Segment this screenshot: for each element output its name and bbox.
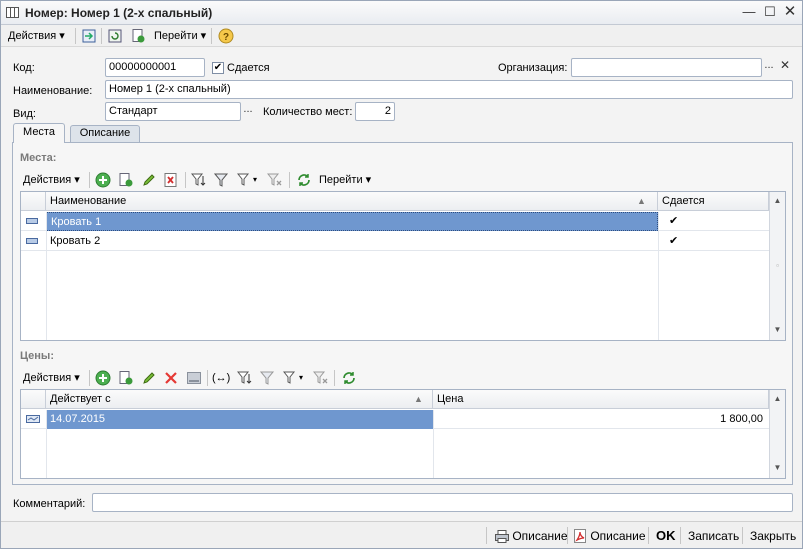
comment-field[interactable] [92,493,793,512]
place-rented-cell[interactable]: ✔ [665,212,765,231]
type-select-button[interactable]: ... [240,103,256,120]
rented-checkbox[interactable]: ✔ [212,62,224,74]
printer-icon [495,530,509,543]
copy-row-icon[interactable] [118,172,134,188]
filter-icon[interactable] [237,370,253,386]
price-date-cell[interactable]: 14.07.2015 [46,410,433,429]
filter-history-icon[interactable] [283,370,299,386]
scroll-down-icon[interactable]: ▼ [770,460,785,476]
scroll-up-icon[interactable]: ▲ [770,193,785,209]
prices-scrollbar[interactable]: ▲ ▼ [769,390,785,478]
delete-icon[interactable] [163,370,179,386]
column-header-rented[interactable]: Сдается [658,192,769,211]
print-description-button[interactable]: Описание [495,528,568,544]
footer-bar: Описание Описание OK Записать Закрыть [1,521,802,548]
filter-history-dropdown-icon[interactable]: ▾ [253,172,257,188]
row-item-icon [26,218,38,224]
copy-form-icon[interactable] [130,28,146,44]
place-name-cell[interactable]: Кровать 2 [46,232,658,251]
delete-icon[interactable] [163,172,179,188]
prices-actions-menu[interactable]: Действия ▾ [23,370,80,386]
places-count-field[interactable]: 2 [355,102,395,121]
organization-clear-icon[interactable]: ✕ [777,59,793,76]
name-field[interactable]: Номер 1 (2-х спальный) [105,80,793,99]
name-label: Наименование: [13,85,93,97]
close-icon[interactable]: ✕ [782,4,798,20]
place-name-cell[interactable]: Кровать 1 [46,212,658,231]
scroll-down-icon[interactable]: ▼ [770,322,785,338]
table-row[interactable]: Кровать 2 ✔ [21,232,769,251]
scroll-up-icon[interactable]: ▲ [770,391,785,407]
tab-places[interactable]: Места [13,123,65,143]
sort-icon: ▲ [414,394,423,404]
places-table[interactable]: Наименование ▲ Сдается Кровать 1 ✔ Крова… [20,191,786,341]
places-section-label: Места: [20,152,57,164]
add-icon[interactable] [95,370,111,386]
comment-label: Комментарий: [13,498,86,510]
places-actions-menu[interactable]: Действия ▾ [23,172,80,188]
filter-history-dropdown-icon[interactable]: ▾ [299,370,303,386]
column-header-effective-date[interactable]: Действует с [46,390,433,409]
refresh-icon[interactable] [296,172,312,188]
places-count-label: Количество мест: [263,106,353,118]
price-value-cell[interactable]: 1 800,00 [433,410,767,429]
row-item-icon [26,238,38,244]
save-and-close-icon[interactable] [81,28,97,44]
organization-label: Организация: [498,62,568,74]
refresh-form-icon[interactable] [107,28,123,44]
window-title: Номер: Номер 1 (2-х спальный) [25,6,213,20]
column-header-name[interactable]: Наименование [46,192,658,211]
goto-menu[interactable]: Перейти ▾ [154,28,206,44]
main-toolbar: Действия ▾ Перейти ▾ ? [1,25,802,47]
organization-field[interactable] [571,58,762,77]
add-icon[interactable] [95,172,111,188]
filter-icon[interactable] [191,172,207,188]
scroll-thumb-icon[interactable]: ▫ [770,258,785,274]
end-edit-icon[interactable] [186,370,202,386]
places-goto-menu[interactable]: Перейти ▾ [319,172,371,188]
tab-panel-places: Места: Действия ▾ ▾ Перейти ▾ Наименован… [12,142,793,485]
places-scrollbar[interactable]: ▲ ▫ ▼ [769,192,785,340]
prices-table[interactable]: Действует с ▲ Цена 14.07.2015 1 800,00 ▲… [20,389,786,479]
prices-section-label: Цены: [20,350,54,362]
ok-button[interactable]: OK [656,528,676,544]
organization-select-button[interactable]: ... [761,59,777,76]
edit-icon[interactable] [141,172,157,188]
column-header-price[interactable]: Цена [433,390,769,409]
title-bar: Номер: Номер 1 (2-х спальный) ― ☐ ✕ [1,1,802,25]
table-row[interactable]: 14.07.2015 1 800,00 [21,410,769,429]
code-label: Код: [13,62,35,74]
tab-description[interactable]: Описание [70,125,140,142]
clear-filter-icon[interactable] [267,172,283,188]
place-rented-cell[interactable]: ✔ [665,232,765,251]
close-button[interactable]: Закрыть [750,528,796,544]
window: Номер: Номер 1 (2-х спальный) ― ☐ ✕ Дейс… [0,0,803,549]
prices-table-header: Действует с ▲ Цена [21,390,769,409]
actions-menu[interactable]: Действия ▾ [8,28,65,44]
pdf-description-button[interactable]: Описание [574,528,646,544]
table-row[interactable]: Кровать 1 ✔ [21,212,769,231]
pdf-icon [574,529,586,543]
places-table-header: Наименование ▲ Сдается [21,192,769,211]
filter-history-icon[interactable] [237,172,253,188]
help-icon[interactable]: ? [218,28,234,44]
type-label: Вид: [13,108,36,120]
code-field[interactable]: 00000000001 [105,58,205,77]
change-period-icon[interactable]: (↔) [212,370,230,386]
rented-checkbox-label: Сдается [227,62,270,74]
filter-by-value-icon[interactable] [260,370,276,386]
filter-by-value-icon[interactable] [214,172,230,188]
svg-text:?: ? [223,32,229,43]
maximize-icon[interactable]: ☐ [762,4,778,20]
catalog-icon [6,7,19,18]
clear-filter-icon[interactable] [313,370,329,386]
period-record-icon [26,415,40,423]
type-field[interactable]: Стандарт [105,102,241,121]
minimize-icon[interactable]: ― [741,4,757,20]
save-button[interactable]: Записать [688,528,739,544]
sort-icon: ▲ [637,196,646,206]
copy-row-icon[interactable] [118,370,134,386]
edit-icon[interactable] [141,370,157,386]
refresh-icon[interactable] [341,370,357,386]
